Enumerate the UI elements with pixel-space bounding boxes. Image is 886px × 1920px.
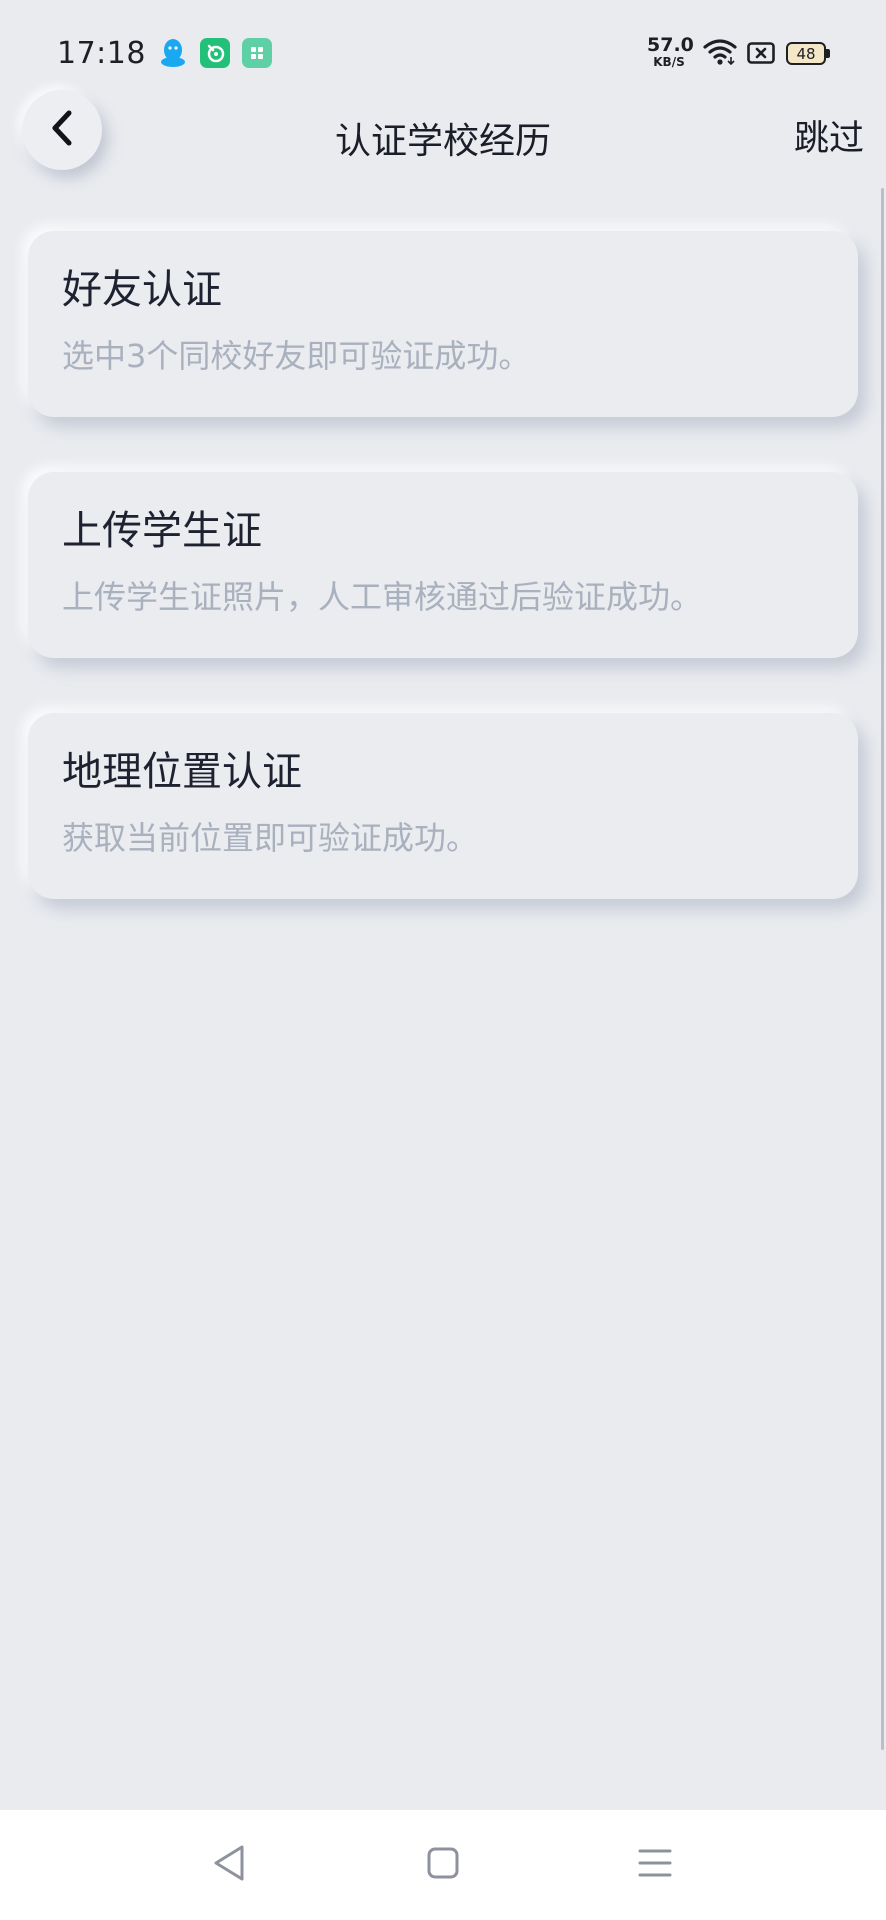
nav-menu-button[interactable] [630, 1840, 680, 1890]
navigation-bar [0, 1810, 886, 1920]
nav-back-button[interactable] [204, 1840, 254, 1890]
status-bar: 17:18 57.0 KB/S 48 [0, 0, 886, 110]
network-speed: 57.0 KB/S [647, 34, 694, 69]
verification-options: 好友认证 选中3个同校好友即可验证成功。 上传学生证 上传学生证照片，人工审核通… [28, 231, 858, 954]
skip-button[interactable]: 跳过 [794, 110, 864, 161]
battery-icon: 48 [786, 42, 830, 65]
teal-app-icon [241, 37, 272, 68]
option-card-friend-verification[interactable]: 好友认证 选中3个同校好友即可验证成功。 [28, 231, 858, 417]
network-speed-unit: KB/S [653, 55, 685, 69]
screen: 17:18 57.0 KB/S 48 认证学校经历 跳过 好友认证 选中3个同校… [0, 0, 886, 1920]
page-title: 认证学校经历 [334, 121, 551, 162]
nav-home-button[interactable] [418, 1840, 468, 1890]
notification-icons [157, 37, 272, 68]
status-time: 17:18 [57, 36, 146, 71]
triangle-back-icon [212, 1844, 246, 1886]
scrollbar[interactable] [881, 188, 884, 1750]
battery-level: 48 [796, 44, 816, 63]
option-title: 上传学生证 [62, 508, 262, 554]
option-card-upload-student-id[interactable]: 上传学生证 上传学生证照片，人工审核通过后验证成功。 [28, 472, 858, 658]
square-home-icon [426, 1846, 460, 1884]
qq-icon [157, 37, 188, 68]
option-title: 好友认证 [62, 267, 222, 313]
green-app-icon [199, 37, 230, 68]
option-description: 选中3个同校好友即可验证成功。 [62, 337, 531, 375]
network-speed-value: 57.0 [647, 34, 694, 56]
no-sim-icon [747, 42, 775, 64]
hamburger-menu-icon [638, 1846, 672, 1884]
wifi-icon [703, 38, 737, 66]
option-description: 获取当前位置即可验证成功。 [62, 819, 479, 857]
option-title: 地理位置认证 [62, 749, 302, 795]
option-description: 上传学生证照片，人工审核通过后验证成功。 [62, 578, 703, 616]
option-card-location-verification[interactable]: 地理位置认证 获取当前位置即可验证成功。 [28, 713, 858, 899]
